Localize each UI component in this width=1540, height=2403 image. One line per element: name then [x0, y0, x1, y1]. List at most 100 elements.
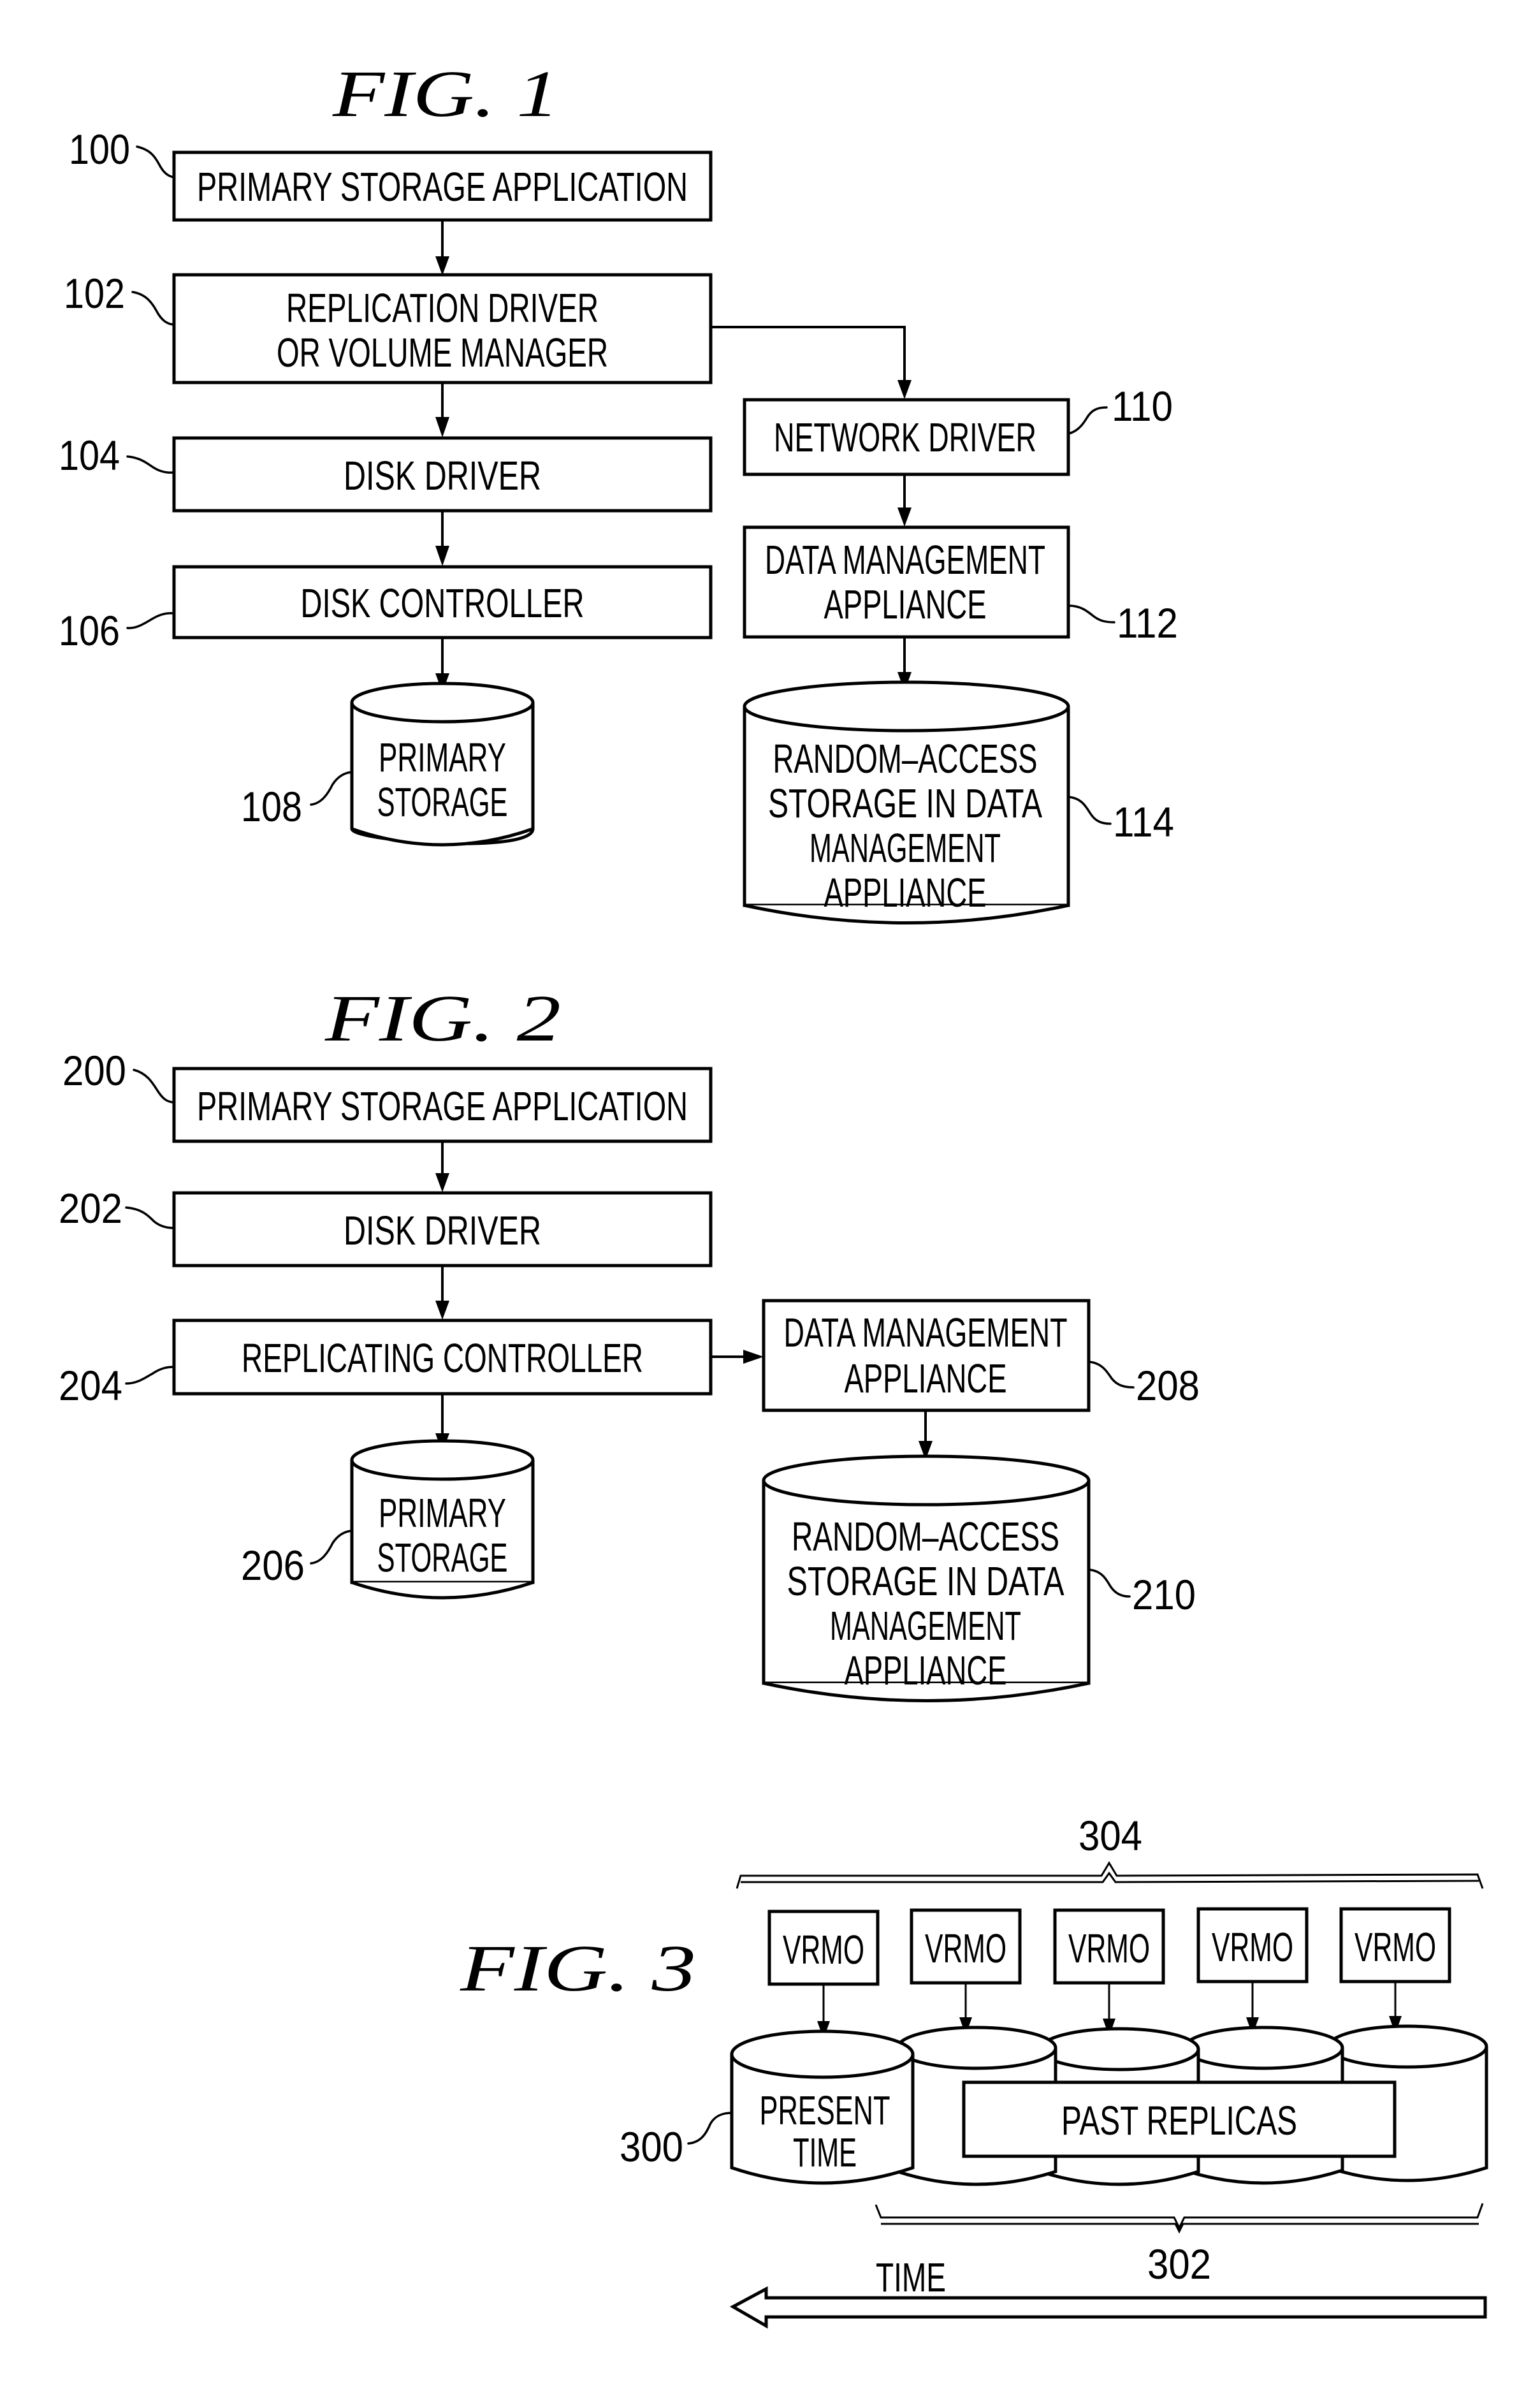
ref-112: 112 — [1117, 599, 1178, 646]
leader-110 — [1068, 406, 1108, 435]
brace-304 — [736, 1861, 1484, 1889]
cylinder-random-access-storage-2: RANDOM–ACCESS STORAGE IN DATA MANAGEMENT… — [762, 1454, 1091, 1702]
ref-108: 108 — [241, 783, 302, 830]
brace-302 — [875, 2203, 1484, 2234]
ref-202: 202 — [59, 1185, 122, 1232]
ref-210: 210 — [1132, 1571, 1196, 1618]
leader-300 — [687, 2112, 733, 2145]
box-disk-controller: DISK CONTROLLER — [172, 565, 713, 639]
leader-104 — [126, 455, 175, 474]
cylinder-label-line1: PRESENT — [760, 2087, 890, 2133]
leader-202 — [125, 1206, 175, 1229]
vrmo-box: VRMO — [767, 1910, 880, 1986]
ref-208: 208 — [1136, 1362, 1200, 1409]
leader-204 — [125, 1366, 175, 1385]
figure-3: FIG. 3 304 VRMO VRMO VRMO VRMO VRMO PRES… — [460, 1812, 1488, 2329]
box-label: NETWORK DRIVER — [774, 414, 1036, 460]
vrmo-label: VRMO — [1355, 1924, 1436, 1970]
figure-2: FIG. 2 PRIMARY STORAGE APPLICATION 200 D… — [59, 982, 1200, 1702]
ref-300: 300 — [620, 2123, 683, 2170]
vrmo-box: VRMO — [1053, 1908, 1165, 1985]
ref-304: 304 — [1079, 1812, 1142, 1859]
cylinder-random-access-storage: RANDOM–ACCESS STORAGE IN DATA MANAGEMENT… — [743, 680, 1070, 924]
ref-204: 204 — [59, 1362, 122, 1409]
leader-208 — [1088, 1361, 1135, 1389]
cylinder-present-time: PRESENT TIME — [730, 2029, 915, 2185]
ref-106: 106 — [59, 607, 120, 654]
box-label-line1: REPLICATION DRIVER — [286, 285, 599, 331]
cylinder-label-line2: STORAGE IN DATA — [787, 1558, 1064, 1604]
cylinder-label-line4: APPLIANCE — [824, 870, 987, 916]
vrmo-label: VRMO — [783, 1927, 864, 1973]
cylinder-label-line4: APPLIANCE — [845, 1647, 1007, 1693]
arrow-202-to-204 — [435, 1266, 449, 1320]
box-data-management-appliance-2: DATA MANAGEMENT APPLIANCE — [762, 1299, 1091, 1412]
figure-1-title: FIG. 1 — [332, 57, 559, 131]
cylinder-label-line3: MANAGEMENT — [830, 1603, 1021, 1649]
patent-drawing-sheet: FIG. 1 PRIMARY STORAGE APPLICATION 100 R… — [59, 57, 1488, 2329]
box-label: DISK DRIVER — [344, 453, 541, 499]
box-label-line1: DATA MANAGEMENT — [765, 537, 1045, 583]
leader-200 — [133, 1069, 175, 1104]
cylinder-primary-storage-2: PRIMARY STORAGE — [350, 1439, 535, 1600]
arrow-102-to-110 — [711, 326, 912, 399]
box-replicating-controller: REPLICATING CONTROLLER — [172, 1318, 713, 1396]
box-primary-storage-application: PRIMARY STORAGE APPLICATION — [172, 150, 713, 222]
ref-102: 102 — [64, 270, 125, 317]
vrmo-box: VRMO — [1339, 1907, 1451, 1983]
box-label: REPLICATING CONTROLLER — [242, 1335, 643, 1381]
box-label-line2: OR VOLUME MANAGER — [277, 330, 608, 376]
box-label-line2: APPLIANCE — [845, 1355, 1007, 1401]
box-label: PRIMARY STORAGE APPLICATION — [197, 164, 688, 210]
figure-3-title: FIG. 3 — [460, 1932, 696, 2005]
cylinder-primary-storage: PRIMARY STORAGE — [350, 682, 535, 847]
box-label: PRIMARY STORAGE APPLICATION — [197, 1083, 688, 1129]
time-arrow — [729, 2286, 1487, 2329]
leader-106 — [126, 612, 175, 629]
leader-100 — [136, 145, 175, 179]
arrow-104-to-106 — [435, 511, 449, 566]
cylinder-label-line1: PRIMARY — [379, 734, 506, 780]
vrmo-label: VRMO — [1068, 1925, 1150, 1971]
box-label-line1: DATA MANAGEMENT — [784, 1310, 1068, 1355]
ref-100: 100 — [69, 126, 130, 173]
box-past-replicas: PAST REPLICAS — [962, 2080, 1397, 2158]
arrow-200-to-202 — [435, 1141, 449, 1192]
leader-114 — [1068, 796, 1112, 825]
box-data-management-appliance: DATA MANAGEMENT APPLIANCE — [743, 525, 1070, 639]
arrow-102-to-104 — [435, 383, 449, 437]
vrmo-group: VRMO VRMO VRMO VRMO VRMO — [767, 1907, 1451, 2039]
ref-200: 200 — [62, 1047, 126, 1094]
time-label: TIME — [876, 2254, 946, 2300]
vrmo-box: VRMO — [910, 1908, 1022, 1985]
arrow-100-to-102 — [435, 220, 449, 275]
box-disk-driver: DISK DRIVER — [172, 436, 713, 513]
box-disk-driver-2: DISK DRIVER — [172, 1191, 713, 1267]
cylinder-label-line2: TIME — [793, 2129, 857, 2175]
figure-1: FIG. 1 PRIMARY STORAGE APPLICATION 100 R… — [59, 57, 1178, 924]
cylinder-label-line2: STORAGE IN DATA — [768, 780, 1042, 826]
cylinder-label-line1: RANDOM–ACCESS — [773, 736, 1038, 782]
arrow-204-to-208 — [711, 1350, 764, 1364]
cylinder-label-line2: STORAGE — [377, 779, 508, 825]
cylinder-label-line3: MANAGEMENT — [810, 825, 1001, 871]
leader-210 — [1088, 1568, 1131, 1598]
ref-206: 206 — [241, 1542, 305, 1589]
box-label: DISK CONTROLLER — [301, 580, 585, 626]
box-replication-driver: REPLICATION DRIVER OR VOLUME MANAGER — [172, 273, 713, 384]
leader-108 — [310, 771, 353, 806]
leader-102 — [131, 291, 175, 326]
cylinder-label-line1: RANDOM–ACCESS — [792, 1514, 1059, 1559]
leader-206 — [310, 1530, 353, 1565]
box-label: PAST REPLICAS — [1061, 2098, 1297, 2144]
cylinder-label-line1: PRIMARY — [379, 1490, 506, 1536]
box-label: DISK DRIVER — [344, 1208, 541, 1253]
cylinder-label-line2: STORAGE — [377, 1535, 508, 1581]
box-label-line2: APPLIANCE — [824, 581, 987, 627]
arrow-208-to-210 — [919, 1410, 933, 1460]
leader-112 — [1068, 604, 1115, 624]
arrow-110-to-112 — [897, 474, 912, 527]
ref-302: 302 — [1147, 2240, 1211, 2288]
vrmo-label: VRMO — [1212, 1924, 1293, 1970]
ref-114: 114 — [1113, 798, 1174, 845]
